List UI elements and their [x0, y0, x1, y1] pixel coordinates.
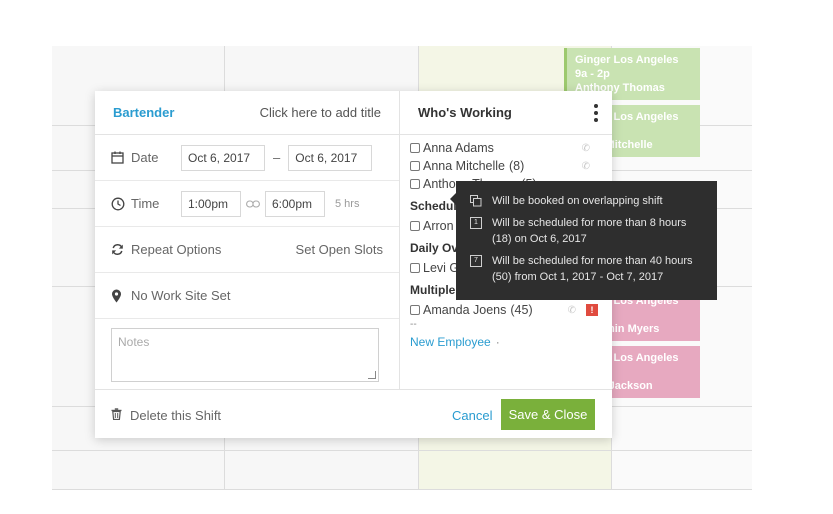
- new-employee-suffix: ·: [495, 335, 500, 349]
- employee-checkbox[interactable]: [410, 221, 420, 231]
- event-name: Ginger Los Angeles: [575, 54, 679, 66]
- conflict-tooltip: Will be booked on overlapping shift 1 Wi…: [450, 181, 717, 300]
- work-site-selector[interactable]: No Work Site Set: [131, 288, 230, 303]
- tooltip-daily-text: Will be scheduled for more than 8 hours …: [492, 217, 687, 245]
- employee-checkbox[interactable]: [410, 305, 420, 315]
- calendar-row-divider: [52, 450, 752, 451]
- list-separator: --: [410, 319, 417, 330]
- add-title-link[interactable]: Click here to add title: [260, 105, 381, 120]
- repeat-row: Repeat Options Set Open Slots: [95, 227, 399, 273]
- tooltip-overlap-text: Will be booked on overlapping shift: [492, 195, 663, 207]
- tooltip-row: 1 Will be scheduled for more than 8 hour…: [470, 215, 705, 247]
- start-date-field[interactable]: Oct 6, 2017: [181, 144, 265, 171]
- phone-icon: ✆: [581, 160, 590, 172]
- new-employee-row: New Employee ·: [410, 333, 602, 351]
- employee-row[interactable]: Anna Adams ✆: [410, 139, 602, 157]
- repeat-options-link[interactable]: Repeat Options: [131, 242, 221, 257]
- notes-placeholder: Notes: [118, 335, 150, 349]
- date-separator: –: [273, 150, 281, 165]
- clock-icon: [111, 197, 131, 211]
- employee-hours: (8): [509, 159, 525, 173]
- employee-row[interactable]: Anna Mitchelle (8) ✆: [410, 157, 602, 175]
- whos-working-title: Who's Working: [418, 105, 512, 120]
- employee-checkbox[interactable]: [410, 263, 420, 273]
- warning-icon[interactable]: !: [586, 304, 598, 316]
- employee-row[interactable]: Amanda Joens (45) ✆ !: [410, 301, 602, 319]
- new-employee-link[interactable]: New Employee: [410, 335, 491, 349]
- work-site-row: No Work Site Set: [95, 273, 399, 319]
- location-pin-icon: [111, 289, 131, 303]
- trash-icon: [111, 408, 122, 423]
- date-label: Date: [131, 150, 159, 165]
- tooltip-row: 7 Will be scheduled for more than 40 hou…: [470, 253, 705, 285]
- delete-shift-button[interactable]: Delete this Shift: [111, 408, 221, 423]
- daily-calendar-icon: 1: [470, 217, 482, 229]
- tooltip-row: Will be booked on overlapping shift: [470, 193, 705, 209]
- position-selector[interactable]: Bartender: [113, 105, 174, 120]
- phone-icon: ✆: [581, 142, 590, 154]
- link-icon[interactable]: [246, 199, 260, 208]
- notes-wrapper: Notes: [95, 319, 399, 391]
- repeat-icon: [111, 243, 131, 256]
- time-row: Time 1:00pm 6:00pm 5 hrs: [95, 181, 399, 227]
- set-open-slots-link[interactable]: Set Open Slots: [296, 242, 383, 257]
- employee-checkbox[interactable]: [410, 161, 420, 171]
- notes-textarea[interactable]: Notes: [111, 328, 379, 382]
- employee-name: Amanda Joens: [423, 303, 507, 317]
- overlap-icon: [470, 195, 482, 207]
- calendar-icon: [111, 151, 131, 164]
- more-options-icon[interactable]: [594, 103, 598, 122]
- cancel-button[interactable]: Cancel: [452, 408, 492, 423]
- employee-name: Anna Mitchelle: [423, 159, 505, 173]
- shift-header: Bartender Click here to add title: [95, 91, 399, 135]
- save-close-button[interactable]: Save & Close: [501, 399, 595, 430]
- employee-checkbox[interactable]: [410, 143, 420, 153]
- event-time: 9a - 2p: [575, 68, 610, 80]
- shift-details-pane: Bartender Click here to add title Date O…: [95, 91, 399, 389]
- end-date-field[interactable]: Oct 6, 2017: [288, 144, 373, 171]
- shift-duration: 5 hrs: [335, 197, 360, 210]
- tooltip-weekly-text: Will be scheduled for more than 40 hours…: [492, 255, 693, 283]
- employee-hours: (45): [510, 303, 533, 317]
- weekly-calendar-icon: 7: [470, 255, 482, 267]
- resize-handle-icon[interactable]: [368, 371, 376, 379]
- calendar-row-divider: [52, 489, 752, 490]
- employee-checkbox[interactable]: [410, 179, 420, 189]
- employee-name: Anna Adams: [423, 141, 494, 155]
- start-time-field[interactable]: 1:00pm: [181, 190, 241, 217]
- end-time-field[interactable]: 6:00pm: [265, 190, 325, 217]
- time-label: Time: [131, 196, 160, 211]
- whos-working-header: Who's Working: [400, 91, 612, 135]
- modal-footer: Delete this Shift Cancel Save & Close: [95, 389, 612, 438]
- date-row: Date Oct 6, 2017 – Oct 6, 2017: [95, 135, 399, 181]
- phone-icon: ✆: [567, 304, 576, 316]
- delete-shift-label: Delete this Shift: [130, 408, 222, 423]
